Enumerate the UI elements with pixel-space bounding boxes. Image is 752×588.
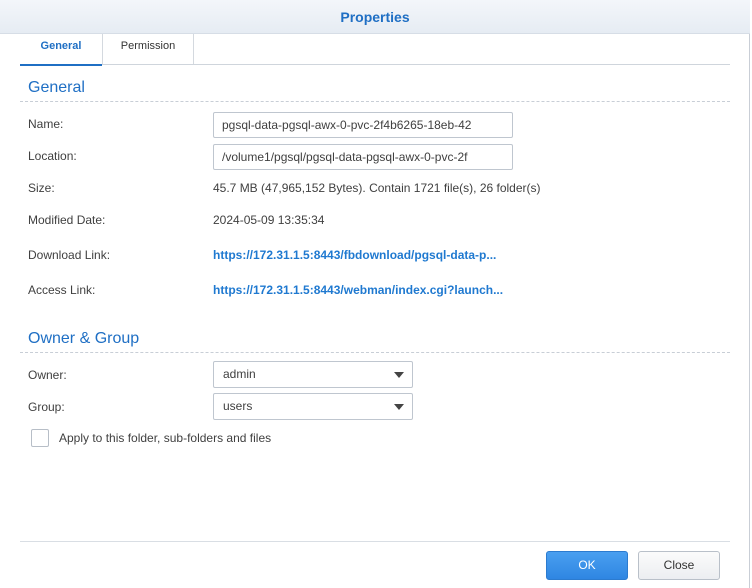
tab-bar: General Permission — [20, 34, 730, 66]
group-select[interactable]: users — [213, 393, 413, 420]
location-label: Location: — [28, 149, 77, 163]
dialog-title: Properties — [340, 9, 410, 25]
footer-divider — [20, 541, 730, 542]
access-link[interactable]: https://172.31.1.5:8443/webman/index.cgi… — [213, 283, 503, 297]
section-title-owner-group: Owner & Group — [28, 330, 140, 347]
apply-recursive-label[interactable]: Apply to this folder, sub-folders and fi… — [59, 431, 271, 445]
close-button[interactable]: Close — [638, 551, 720, 580]
properties-dialog: Properties General Permission General Na… — [0, 0, 750, 588]
section-title-general: General — [28, 79, 85, 96]
name-field[interactable]: pgsql-data-pgsql-awx-0-pvc-2f4b6265-18eb… — [213, 112, 513, 138]
size-label: Size: — [28, 181, 55, 195]
section-divider — [20, 101, 730, 102]
dialog-titlebar: Properties — [0, 0, 750, 34]
chevron-down-icon — [394, 404, 404, 410]
apply-recursive-checkbox[interactable] — [31, 429, 49, 447]
group-select-value: users — [223, 399, 253, 413]
tab-general[interactable]: General — [20, 34, 102, 66]
name-label: Name: — [28, 117, 64, 131]
ok-button[interactable]: OK — [546, 551, 628, 580]
modified-date-label: Modified Date: — [28, 213, 106, 227]
tab-divider — [193, 34, 194, 64]
download-link-label: Download Link: — [28, 248, 111, 262]
chevron-down-icon — [394, 372, 404, 378]
access-link-label: Access Link: — [28, 283, 96, 297]
owner-select-value: admin — [223, 367, 256, 381]
owner-select[interactable]: admin — [213, 361, 413, 388]
location-field[interactable]: /volume1/pgsql/pgsql-data-pgsql-awx-0-pv… — [213, 144, 513, 170]
owner-label: Owner: — [28, 368, 67, 382]
section-divider — [20, 352, 730, 353]
download-link[interactable]: https://172.31.1.5:8443/fbdownload/pgsql… — [213, 248, 496, 262]
group-label: Group: — [28, 400, 65, 414]
tab-permission[interactable]: Permission — [103, 34, 193, 65]
modified-date-value: 2024-05-09 13:35:34 — [213, 213, 325, 227]
size-value: 45.7 MB (47,965,152 Bytes). Contain 1721… — [213, 181, 541, 195]
